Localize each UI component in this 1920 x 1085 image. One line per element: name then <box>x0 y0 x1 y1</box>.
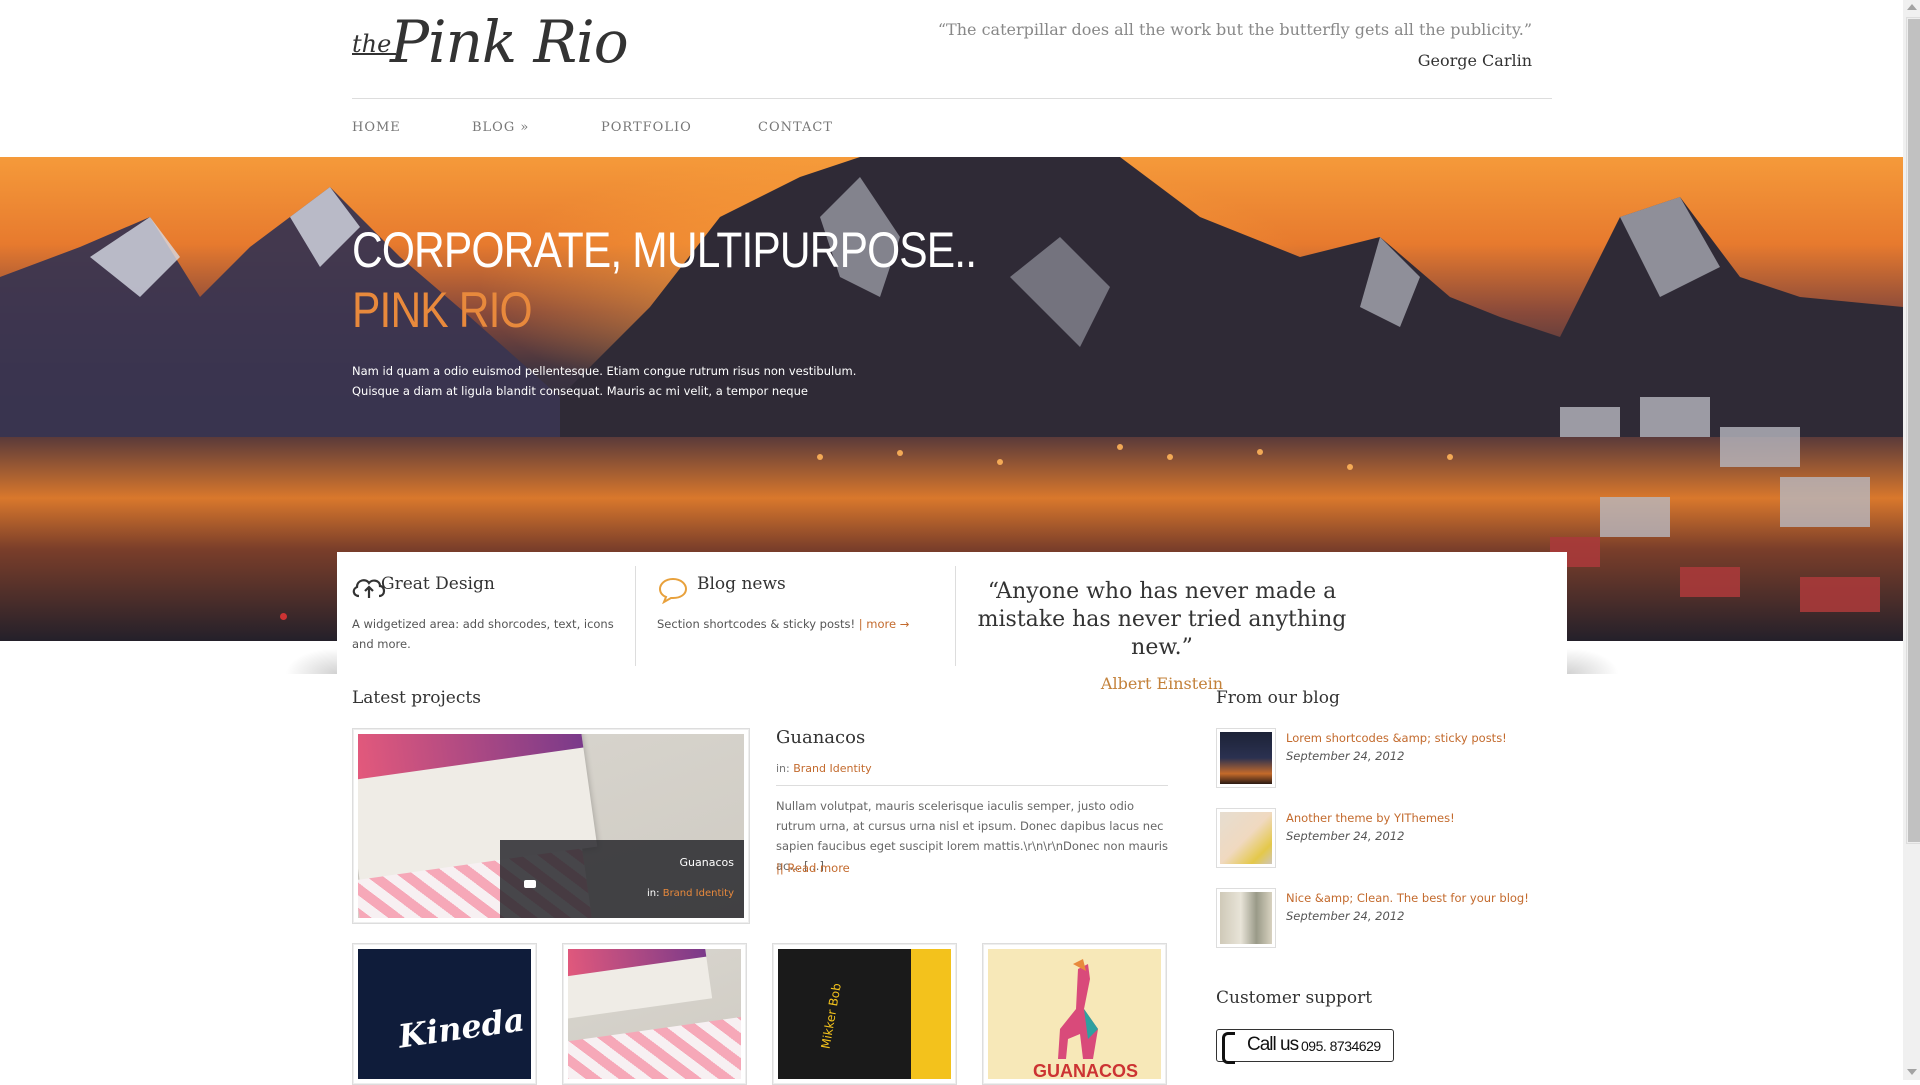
project-overlay[interactable]: Guanacos in: Brand Identity <box>500 840 744 918</box>
header-quote: “The caterpillar does all the work but t… <box>938 20 1532 70</box>
scroll-up-icon[interactable] <box>1907 4 1917 10</box>
blog-post-thumb[interactable] <box>1216 728 1276 788</box>
overlay-cat-prefix: in: <box>647 888 660 899</box>
features-box: Great Design A widgetized area: add shor… <box>337 552 1567 693</box>
scroll-down-icon[interactable] <box>1907 1069 1917 1075</box>
featured-project-thumb[interactable]: Guanacos in: Brand Identity <box>352 728 750 924</box>
blog-post-date: September 24, 2012 <box>1286 749 1405 763</box>
header-quote-text: “The caterpillar does all the work but t… <box>937 20 1532 39</box>
header-quote-author: George Carlin <box>1417 51 1532 70</box>
site-header: the Pink Rio “The caterpillar does all t… <box>0 0 1900 157</box>
project-image-logo: Kineda <box>395 1000 527 1056</box>
speech-bubble-icon <box>658 577 688 604</box>
call-us-label: Call us <box>1247 1034 1299 1055</box>
blog-post-title[interactable]: Another theme by YIThemes! <box>1286 811 1455 825</box>
read-more-link[interactable]: || Read more <box>776 861 850 875</box>
logo-underline <box>352 53 396 55</box>
tag-icon <box>524 880 536 888</box>
project-image-text: GUANACOS <box>1033 1061 1139 1079</box>
nav-item-portfolio[interactable]: PORTFOLIO <box>601 120 692 135</box>
project-divider <box>776 785 1168 786</box>
scrollbar-thumb[interactable] <box>1906 17 1920 844</box>
hero-title: CORPORATE, MULTIPURPOSE.. <box>352 222 977 278</box>
project-image-text: Mikker Bob <box>818 982 844 1050</box>
blog-section-title: From our blog <box>1216 688 1340 708</box>
nav-item-blog[interactable]: BLOG » <box>472 120 529 135</box>
logo-name: Pink Rio <box>390 8 629 76</box>
featured-project-category: in: Brand Identity <box>776 762 872 775</box>
support-section-title: Customer support <box>1216 988 1373 1008</box>
project-thumb[interactable]: Mikker Bob <box>772 943 957 1085</box>
nav-item-contact[interactable]: CONTACT <box>758 120 833 135</box>
feature-text: Section shortcodes & sticky posts! | mor… <box>657 614 947 634</box>
blog-post-date: September 24, 2012 <box>1286 829 1405 843</box>
overlay-cat-link[interactable]: Brand Identity <box>663 888 734 899</box>
cat-prefix: in: <box>776 762 790 775</box>
project-thumb[interactable]: GUANACOS <box>982 943 1167 1085</box>
box-shadow-left <box>285 648 337 674</box>
feature-title: Great Design <box>381 574 495 594</box>
overlay-title: Guanacos <box>679 856 734 869</box>
latest-projects-title: Latest projects <box>352 688 481 708</box>
feature-divider <box>955 566 956 666</box>
project-image <box>568 949 741 1079</box>
phone-number: 095. 8734629 <box>1301 1038 1381 1054</box>
cat-link[interactable]: Brand Identity <box>793 762 871 775</box>
featured-project-title[interactable]: Guanacos <box>776 727 865 748</box>
blog-more-link[interactable]: | more → <box>859 617 910 631</box>
box-shadow-right <box>1567 648 1619 674</box>
featured-project-image: Guanacos in: Brand Identity <box>358 734 744 918</box>
phone-icon <box>1222 1032 1235 1064</box>
feature-quote: “Anyone who has never made a mistake has… <box>977 578 1347 693</box>
hero-text: Nam id quam a odio euismod pellentesque.… <box>352 364 857 398</box>
call-us-badge[interactable]: Call us 095. 8734629 <box>1216 1029 1394 1064</box>
feature-text: A widgetized area: add shorcodes, text, … <box>352 617 614 651</box>
project-image: Mikker Bob <box>778 949 951 1079</box>
header-divider <box>352 98 1552 99</box>
page-scrollbar[interactable] <box>1903 0 1920 1080</box>
blog-post-thumb[interactable] <box>1216 888 1276 948</box>
feature-quote-text: “Anyone who has never made a mistake has… <box>977 579 1347 660</box>
blog-post-thumb[interactable] <box>1216 808 1276 868</box>
project-thumb[interactable]: Kineda <box>352 943 537 1085</box>
project-image: GUANACOS <box>988 949 1161 1079</box>
guanaco-logo <box>1058 959 1098 1059</box>
slider-dot[interactable] <box>280 613 287 620</box>
overlay-category: in: Brand Identity <box>647 888 734 899</box>
project-image: Kineda <box>358 949 531 1079</box>
feature-title: Blog news <box>697 574 786 594</box>
blog-post-title[interactable]: Lorem shortcodes &amp; sticky posts! <box>1286 731 1507 745</box>
blog-post-date: September 24, 2012 <box>1286 909 1405 923</box>
hero-subtitle: PINK RIO <box>352 282 533 338</box>
feature-text-body: Section shortcodes & sticky posts! <box>657 617 856 631</box>
blog-post-title[interactable]: Nice &amp; Clean. The best for your blog… <box>1286 891 1529 905</box>
project-thumb[interactable] <box>562 943 747 1085</box>
feature-divider <box>635 566 636 666</box>
nav-item-home[interactable]: HOME <box>352 120 401 135</box>
